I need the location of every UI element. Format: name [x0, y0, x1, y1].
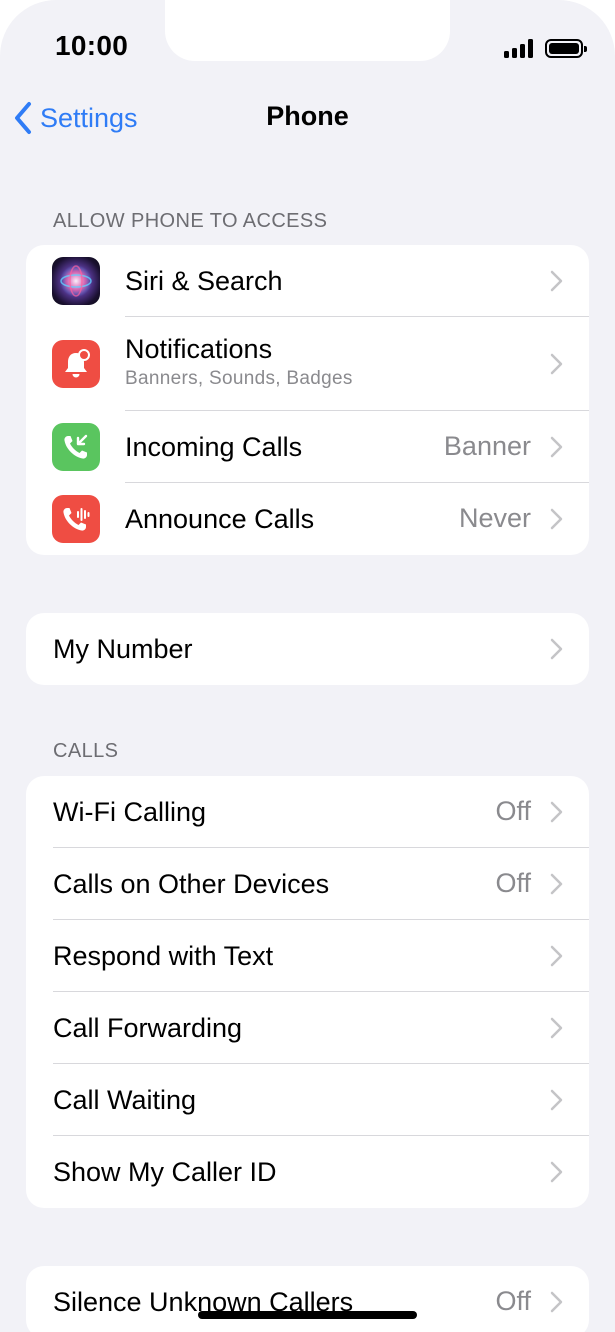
- signal-icon: [504, 38, 533, 58]
- notifications-sublabel: Banners, Sounds, Badges: [125, 368, 353, 389]
- call-waiting-label: Call Waiting: [53, 1085, 197, 1115]
- call-forwarding-label: Call Forwarding: [53, 1013, 243, 1043]
- calls-other-devices-label: Calls on Other Devices: [53, 869, 330, 899]
- incoming-calls-value: Banner: [443, 431, 531, 461]
- chevron-right-icon: [550, 1017, 563, 1039]
- phone-screen: 10:00 Settings Phone ALLOW PHONE TO ACCE…: [0, 0, 615, 1332]
- announce-calls-value: Never: [458, 503, 531, 533]
- wifi-calling-value: Off: [495, 796, 531, 826]
- notifications-label: Notifications: [125, 334, 273, 364]
- announce-call-icon: [52, 495, 100, 543]
- incoming-calls-label: Incoming Calls: [125, 432, 303, 462]
- wifi-calling-label: Wi-Fi Calling: [53, 797, 207, 827]
- row-respond-with-text[interactable]: Respond with Text: [26, 920, 589, 992]
- bell-icon: [52, 340, 100, 388]
- chevron-right-icon: [550, 801, 563, 823]
- my-number-label: My Number: [53, 634, 193, 664]
- silence-group: Silence Unknown Callers Off: [26, 1266, 589, 1332]
- announce-calls-label: Announce Calls: [125, 504, 315, 534]
- access-group: Siri & Search Notifications Banners, Sou…: [26, 245, 589, 555]
- row-calls-other-devices[interactable]: Calls on Other Devices Off: [26, 848, 589, 920]
- chevron-right-icon: [550, 436, 563, 458]
- page-title: Phone: [266, 101, 349, 131]
- notch: [165, 0, 450, 61]
- chevron-right-icon: [550, 508, 563, 530]
- battery-icon: [545, 38, 587, 58]
- row-call-waiting[interactable]: Call Waiting: [26, 1064, 589, 1136]
- status-icons: [504, 36, 587, 60]
- status-time: 10:00: [55, 30, 129, 61]
- chevron-right-icon: [550, 945, 563, 967]
- chevron-right-icon: [550, 1161, 563, 1183]
- row-my-number[interactable]: My Number: [26, 613, 589, 685]
- row-notifications[interactable]: Notifications Banners, Sounds, Badges: [26, 317, 589, 411]
- home-indicator[interactable]: [198, 1311, 417, 1319]
- silence-unknown-callers-value: Off: [495, 1286, 531, 1316]
- row-silence-unknown-callers[interactable]: Silence Unknown Callers Off: [26, 1266, 589, 1332]
- row-show-caller-id[interactable]: Show My Caller ID: [26, 1136, 589, 1208]
- row-announce-calls[interactable]: Announce Calls Never: [26, 483, 589, 555]
- chevron-right-icon: [550, 873, 563, 895]
- calls-group: Wi-Fi Calling Off Calls on Other Devices…: [26, 776, 589, 1208]
- row-call-forwarding[interactable]: Call Forwarding: [26, 992, 589, 1064]
- respond-with-text-label: Respond with Text: [53, 941, 274, 971]
- section-header-calls: CALLS: [53, 740, 119, 762]
- show-caller-id-label: Show My Caller ID: [53, 1157, 277, 1187]
- siri-search-label: Siri & Search: [125, 266, 283, 296]
- incoming-call-icon: [52, 423, 100, 471]
- chevron-right-icon: [550, 353, 563, 375]
- chevron-right-icon: [550, 1291, 563, 1313]
- my-number-group: My Number: [26, 613, 589, 685]
- row-siri-search[interactable]: Siri & Search: [26, 245, 589, 317]
- chevron-right-icon: [550, 1089, 563, 1111]
- calls-other-devices-value: Off: [495, 868, 531, 898]
- section-header-access: ALLOW PHONE TO ACCESS: [53, 210, 328, 232]
- chevron-right-icon: [550, 270, 563, 292]
- row-incoming-calls[interactable]: Incoming Calls Banner: [26, 411, 589, 483]
- row-wifi-calling[interactable]: Wi-Fi Calling Off: [26, 776, 589, 848]
- siri-icon: [52, 257, 100, 305]
- chevron-right-icon: [550, 638, 563, 660]
